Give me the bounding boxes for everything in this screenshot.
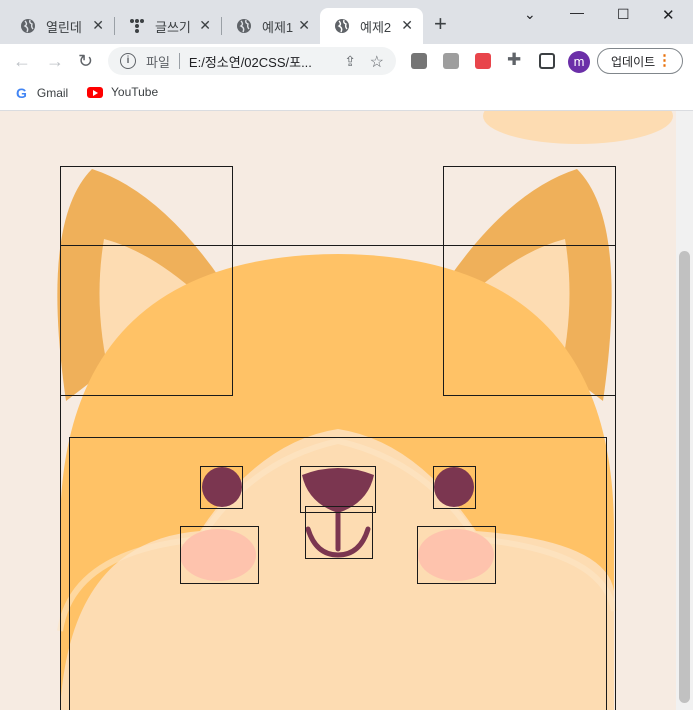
info-icon[interactable]: i xyxy=(120,53,136,69)
tab-example1[interactable]: 예제1 ✕ xyxy=(222,8,320,44)
extension-reader-icon[interactable] xyxy=(411,53,427,69)
address-bar[interactable]: i 파일 E:/정소연/02CSS/포... ⇪ ☆ xyxy=(108,47,396,75)
back-arrow-icon[interactable]: ← xyxy=(13,51,31,71)
decor-blob xyxy=(483,111,673,144)
minimize-button[interactable]: — xyxy=(570,4,584,20)
google-icon: G xyxy=(16,85,27,101)
url-scheme: 파일 xyxy=(146,54,170,70)
tistory-icon xyxy=(130,19,144,33)
tab-write[interactable]: 글쓰기 ✕ xyxy=(115,8,221,44)
scrollbar-thumb[interactable] xyxy=(679,251,690,703)
left-blush-outline xyxy=(180,526,259,584)
close-window-button[interactable]: ✕ xyxy=(662,6,675,24)
reload-icon[interactable]: ↻ xyxy=(78,51,93,71)
menu-dots-icon[interactable]: ⋮ xyxy=(657,51,672,69)
vertical-scrollbar[interactable] xyxy=(676,111,693,710)
mouth-outline xyxy=(305,506,373,559)
tab-label: 열린데 xyxy=(46,19,82,35)
bookmark-youtube[interactable]: YouTube xyxy=(87,85,158,99)
globe-icon xyxy=(21,19,35,33)
left-eye-outline xyxy=(200,466,243,509)
bookmark-gmail[interactable]: G Gmail xyxy=(16,85,68,101)
youtube-icon xyxy=(87,86,103,98)
profile-avatar[interactable]: m xyxy=(568,51,590,73)
globe-icon xyxy=(237,19,251,33)
close-tab-icon[interactable]: ✕ xyxy=(92,17,104,34)
tab-label: 예제2 xyxy=(360,19,392,35)
update-button[interactable]: 업데이트 ⋮ xyxy=(597,48,683,74)
update-button-label: 업데이트 xyxy=(611,54,656,69)
tab-strip: 열린데 ✕ 글쓰기 ✕ 예제1 ✕ 예제2 ✕ + ⌄ — ☐ ✕ xyxy=(0,0,693,44)
bookmark-label: YouTube xyxy=(111,85,159,99)
new-tab-button[interactable]: + xyxy=(434,13,447,35)
page-viewport xyxy=(0,111,693,710)
maximize-button[interactable]: ☐ xyxy=(617,6,630,23)
share-icon[interactable]: ⇪ xyxy=(344,53,356,70)
globe-icon xyxy=(335,19,349,33)
bookmark-star-icon[interactable]: ☆ xyxy=(370,52,384,72)
side-panel-icon[interactable] xyxy=(539,53,555,69)
right-blush-outline xyxy=(417,526,496,584)
tab-search-chevron-icon[interactable]: ⌄ xyxy=(524,6,536,23)
extension-ex-icon[interactable] xyxy=(443,53,459,69)
tab-opendata[interactable]: 열린데 ✕ xyxy=(6,8,114,44)
close-tab-icon[interactable]: ✕ xyxy=(401,17,413,34)
bookmark-label: Gmail xyxy=(36,86,69,100)
close-tab-icon[interactable]: ✕ xyxy=(298,17,310,34)
extension-calendar-icon[interactable] xyxy=(475,53,491,69)
url-text[interactable]: E:/정소연/02CSS/포... xyxy=(189,52,312,71)
right-eye-outline xyxy=(433,466,476,509)
browser-toolbar: ← → ↻ i 파일 E:/정소연/02CSS/포... ⇪ ☆ ✚ m 업데이… xyxy=(0,44,693,78)
tab-label: 글쓰기 xyxy=(155,19,191,35)
tab-example2[interactable]: 예제2 ✕ xyxy=(320,8,423,44)
forward-arrow-icon[interactable]: → xyxy=(46,51,64,71)
url-divider xyxy=(178,53,180,69)
bookmarks-bar: G Gmail YouTube xyxy=(0,78,693,111)
close-tab-icon[interactable]: ✕ xyxy=(199,17,211,34)
extensions-puzzle-icon[interactable]: ✚ xyxy=(507,50,521,70)
